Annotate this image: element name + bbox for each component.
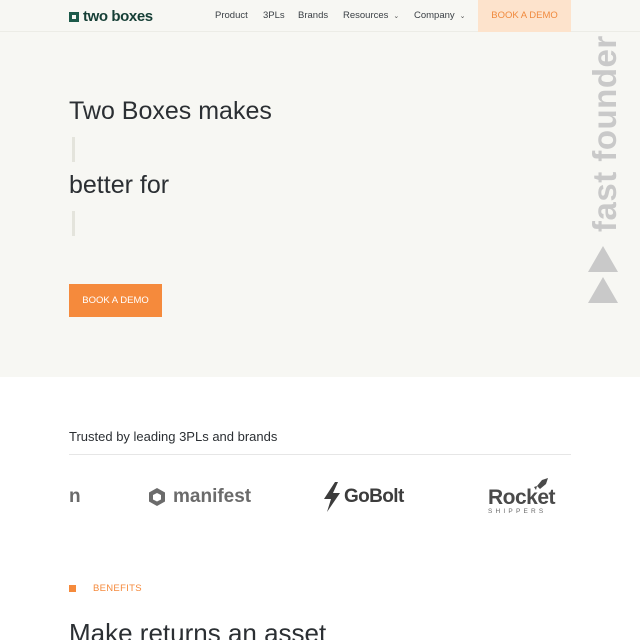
- partner-logo-partial-text: n: [69, 486, 81, 507]
- manifest-cube-icon: [149, 488, 165, 506]
- nav-resources[interactable]: Resources ⌄: [343, 10, 399, 21]
- partner-logo-partial: n: [69, 486, 81, 508]
- chevron-down-icon: ⌄: [393, 13, 400, 20]
- gobolt-logo-text: GoBolt: [344, 486, 404, 507]
- two-boxes-logo[interactable]: two boxes: [69, 9, 153, 24]
- typing-caret: [72, 137, 75, 162]
- manifest-logo: manifest: [147, 486, 251, 508]
- shippers-logo-text: SHIPPERS: [488, 508, 547, 515]
- trusted-heading: Trusted by leading 3PLs and brands: [69, 429, 278, 444]
- nav-brands[interactable]: Brands: [298, 10, 328, 21]
- nav-3pls[interactable]: 3PLs: [263, 10, 285, 21]
- nav-product[interactable]: Product: [215, 10, 248, 21]
- hero-book-demo-button[interactable]: BOOK A DEMO: [69, 284, 162, 317]
- triangle-icon: [588, 277, 618, 303]
- manifest-logo-text: manifest: [173, 486, 252, 507]
- nav-resources-label: Resources: [343, 10, 389, 21]
- rocket-icon: [534, 478, 548, 490]
- chevron-down-icon: ⌄: [459, 13, 466, 20]
- divider: [69, 454, 571, 455]
- nav-company-label: Company: [414, 10, 455, 21]
- benefits-label: BENEFITS: [93, 583, 142, 594]
- site-header: two boxes Product 3PLs Brands Resources ⌄…: [0, 0, 640, 32]
- nav-company[interactable]: Company ⌄: [414, 10, 466, 21]
- header-book-demo-button[interactable]: BOOK A DEMO: [478, 0, 571, 32]
- benefits-marker: [69, 585, 76, 592]
- logo-text: two boxes: [83, 8, 153, 25]
- logo-box-icon: [69, 11, 79, 22]
- typing-caret: [72, 211, 75, 236]
- hero-heading-line1: Two Boxes makes: [69, 97, 272, 125]
- fast-founder-badge-text: fast founder: [586, 35, 623, 232]
- benefits-title: Make returns an asset: [69, 618, 327, 640]
- triangle-icon: [588, 246, 618, 272]
- hero-section: Two Boxes makes better for BOOK A DEMO f…: [0, 32, 640, 377]
- hero-heading-line2: better for: [69, 171, 170, 199]
- bolt-icon: [324, 482, 340, 512]
- gobolt-logo: GoBolt: [322, 482, 404, 512]
